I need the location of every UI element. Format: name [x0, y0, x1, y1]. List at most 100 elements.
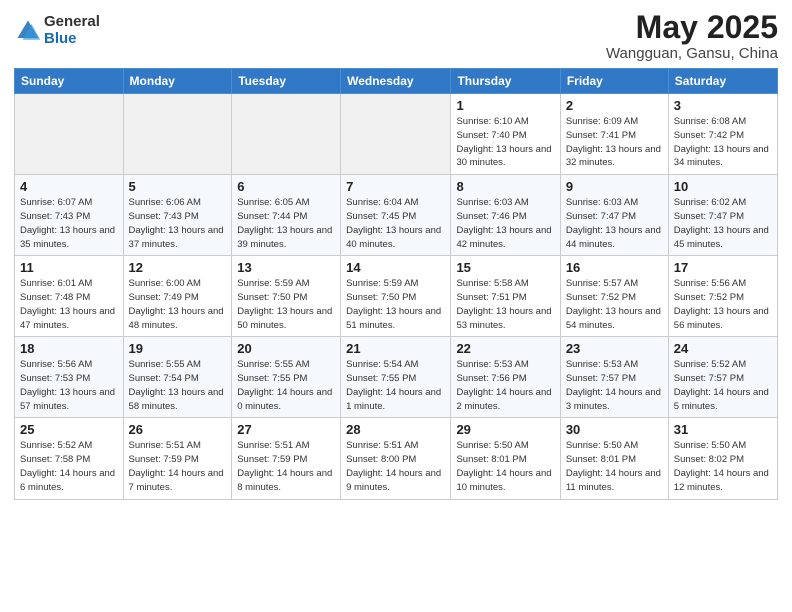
day-number: 22	[456, 341, 554, 356]
table-row: 20 Sunrise: 5:55 AM Sunset: 7:55 PM Dayli…	[232, 337, 341, 418]
table-row: 29 Sunrise: 5:50 AM Sunset: 8:01 PM Dayli…	[451, 418, 560, 499]
calendar-subtitle: Wangguan, Gansu, China	[606, 45, 778, 62]
calendar-week-row: 1Sunrise: 6:10 AM Sunset: 7:40 PM Daylig…	[15, 94, 778, 175]
day-detail: Sunrise: 5:51 AM Sunset: 7:59 PM Dayligh…	[129, 439, 227, 494]
day-number: 29	[456, 422, 554, 437]
day-detail: Sunrise: 5:54 AM Sunset: 7:55 PM Dayligh…	[346, 358, 445, 413]
table-row: 26 Sunrise: 5:51 AM Sunset: 7:59 PM Dayli…	[123, 418, 232, 499]
day-detail: Sunrise: 5:52 AM Sunset: 7:58 PM Dayligh…	[20, 439, 118, 494]
day-detail: Sunrise: 6:10 AM Sunset: 7:40 PM Dayligh…	[456, 115, 554, 170]
day-detail: Sunrise: 5:55 AM Sunset: 7:55 PM Dayligh…	[237, 358, 335, 413]
day-number: 3	[674, 98, 772, 113]
table-row: 22 Sunrise: 5:53 AM Sunset: 7:56 PM Dayli…	[451, 337, 560, 418]
day-number: 16	[566, 260, 663, 275]
logo-blue: Blue	[44, 31, 100, 48]
day-detail: Sunrise: 6:06 AM Sunset: 7:43 PM Dayligh…	[129, 196, 227, 251]
calendar-title: May 2025	[606, 10, 778, 45]
table-row: 7 Sunrise: 6:04 AM Sunset: 7:45 PM Daylig…	[341, 175, 451, 256]
table-row: 9 Sunrise: 6:03 AM Sunset: 7:47 PM Daylig…	[560, 175, 668, 256]
table-row	[341, 94, 451, 175]
day-detail: Sunrise: 6:08 AM Sunset: 7:42 PM Dayligh…	[674, 115, 772, 170]
table-row: 25 Sunrise: 5:52 AM Sunset: 7:58 PM Dayli…	[15, 418, 124, 499]
col-thursday: Thursday	[451, 69, 560, 94]
day-detail: Sunrise: 5:51 AM Sunset: 8:00 PM Dayligh…	[346, 439, 445, 494]
day-detail: Sunrise: 6:03 AM Sunset: 7:46 PM Dayligh…	[456, 196, 554, 251]
table-row	[232, 94, 341, 175]
table-row: 10Sunrise: 6:02 AM Sunset: 7:47 PM Dayli…	[668, 175, 777, 256]
day-number: 17	[674, 260, 772, 275]
page: General Blue May 2025 Wangguan, Gansu, C…	[0, 0, 792, 612]
table-row: 15 Sunrise: 5:58 AM Sunset: 7:51 PM Dayli…	[451, 256, 560, 337]
day-detail: Sunrise: 6:04 AM Sunset: 7:45 PM Dayligh…	[346, 196, 445, 251]
table-row: 3 Sunrise: 6:08 AM Sunset: 7:42 PM Daylig…	[668, 94, 777, 175]
table-row: 28 Sunrise: 5:51 AM Sunset: 8:00 PM Dayli…	[341, 418, 451, 499]
day-detail: Sunrise: 5:53 AM Sunset: 7:57 PM Dayligh…	[566, 358, 663, 413]
calendar-table: Sunday Monday Tuesday Wednesday Thursday…	[14, 68, 778, 499]
table-row: 24 Sunrise: 5:52 AM Sunset: 7:57 PM Dayli…	[668, 337, 777, 418]
table-row: 21Sunrise: 5:54 AM Sunset: 7:55 PM Dayli…	[341, 337, 451, 418]
day-detail: Sunrise: 6:03 AM Sunset: 7:47 PM Dayligh…	[566, 196, 663, 251]
col-monday: Monday	[123, 69, 232, 94]
day-number: 27	[237, 422, 335, 437]
day-number: 30	[566, 422, 663, 437]
day-number: 25	[20, 422, 118, 437]
table-row: 11Sunrise: 6:01 AM Sunset: 7:48 PM Dayli…	[15, 256, 124, 337]
day-number: 19	[129, 341, 227, 356]
day-detail: Sunrise: 5:51 AM Sunset: 7:59 PM Dayligh…	[237, 439, 335, 494]
day-detail: Sunrise: 5:50 AM Sunset: 8:01 PM Dayligh…	[456, 439, 554, 494]
day-detail: Sunrise: 6:01 AM Sunset: 7:48 PM Dayligh…	[20, 277, 118, 332]
table-row: 27 Sunrise: 5:51 AM Sunset: 7:59 PM Dayli…	[232, 418, 341, 499]
header: General Blue May 2025 Wangguan, Gansu, C…	[14, 10, 778, 62]
col-tuesday: Tuesday	[232, 69, 341, 94]
day-number: 4	[20, 179, 118, 194]
col-wednesday: Wednesday	[341, 69, 451, 94]
day-number: 7	[346, 179, 445, 194]
col-friday: Friday	[560, 69, 668, 94]
day-number: 8	[456, 179, 554, 194]
table-row: 19 Sunrise: 5:55 AM Sunset: 7:54 PM Dayli…	[123, 337, 232, 418]
logo-text: General Blue	[44, 14, 100, 47]
day-detail: Sunrise: 6:00 AM Sunset: 7:49 PM Dayligh…	[129, 277, 227, 332]
day-detail: Sunrise: 5:53 AM Sunset: 7:56 PM Dayligh…	[456, 358, 554, 413]
day-number: 12	[129, 260, 227, 275]
day-number: 6	[237, 179, 335, 194]
day-number: 26	[129, 422, 227, 437]
table-row: 6Sunrise: 6:05 AM Sunset: 7:44 PM Daylig…	[232, 175, 341, 256]
table-row: 5 Sunrise: 6:06 AM Sunset: 7:43 PM Daylig…	[123, 175, 232, 256]
day-detail: Sunrise: 6:07 AM Sunset: 7:43 PM Dayligh…	[20, 196, 118, 251]
calendar-week-row: 4 Sunrise: 6:07 AM Sunset: 7:43 PM Daylig…	[15, 175, 778, 256]
day-number: 24	[674, 341, 772, 356]
table-row: 2Sunrise: 6:09 AM Sunset: 7:41 PM Daylig…	[560, 94, 668, 175]
table-row: 17 Sunrise: 5:56 AM Sunset: 7:52 PM Dayli…	[668, 256, 777, 337]
day-detail: Sunrise: 5:58 AM Sunset: 7:51 PM Dayligh…	[456, 277, 554, 332]
day-detail: Sunrise: 5:59 AM Sunset: 7:50 PM Dayligh…	[237, 277, 335, 332]
day-number: 9	[566, 179, 663, 194]
day-detail: Sunrise: 5:50 AM Sunset: 8:01 PM Dayligh…	[566, 439, 663, 494]
logo-general: General	[44, 14, 100, 31]
calendar-header-row: Sunday Monday Tuesday Wednesday Thursday…	[15, 69, 778, 94]
day-detail: Sunrise: 5:52 AM Sunset: 7:57 PM Dayligh…	[674, 358, 772, 413]
table-row: 4 Sunrise: 6:07 AM Sunset: 7:43 PM Daylig…	[15, 175, 124, 256]
day-detail: Sunrise: 5:56 AM Sunset: 7:52 PM Dayligh…	[674, 277, 772, 332]
day-number: 23	[566, 341, 663, 356]
day-detail: Sunrise: 6:02 AM Sunset: 7:47 PM Dayligh…	[674, 196, 772, 251]
table-row: 1Sunrise: 6:10 AM Sunset: 7:40 PM Daylig…	[451, 94, 560, 175]
table-row	[15, 94, 124, 175]
day-detail: Sunrise: 5:59 AM Sunset: 7:50 PM Dayligh…	[346, 277, 445, 332]
day-number: 2	[566, 98, 663, 113]
calendar-week-row: 18Sunrise: 5:56 AM Sunset: 7:53 PM Dayli…	[15, 337, 778, 418]
day-number: 5	[129, 179, 227, 194]
day-number: 15	[456, 260, 554, 275]
day-number: 20	[237, 341, 335, 356]
col-sunday: Sunday	[15, 69, 124, 94]
table-row	[123, 94, 232, 175]
table-row: 8 Sunrise: 6:03 AM Sunset: 7:46 PM Daylig…	[451, 175, 560, 256]
table-row: 12 Sunrise: 6:00 AM Sunset: 7:49 PM Dayli…	[123, 256, 232, 337]
day-detail: Sunrise: 5:57 AM Sunset: 7:52 PM Dayligh…	[566, 277, 663, 332]
table-row: 18Sunrise: 5:56 AM Sunset: 7:53 PM Dayli…	[15, 337, 124, 418]
day-detail: Sunrise: 5:55 AM Sunset: 7:54 PM Dayligh…	[129, 358, 227, 413]
day-number: 28	[346, 422, 445, 437]
table-row: 23 Sunrise: 5:53 AM Sunset: 7:57 PM Dayli…	[560, 337, 668, 418]
logo-icon	[14, 17, 42, 45]
table-row: 13Sunrise: 5:59 AM Sunset: 7:50 PM Dayli…	[232, 256, 341, 337]
